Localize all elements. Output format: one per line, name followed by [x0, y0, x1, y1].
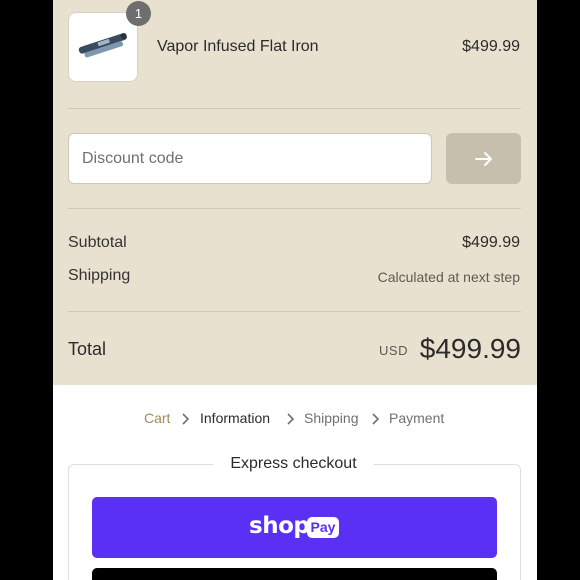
- apply-discount-button[interactable]: [446, 133, 521, 184]
- subtotal-label: Subtotal: [68, 234, 127, 251]
- total-amount: $499.99: [419, 333, 521, 364]
- express-pay-button[interactable]: [92, 568, 497, 580]
- total-label: Total: [68, 339, 107, 359]
- breadcrumb-information: Information: [200, 410, 271, 426]
- divider: [68, 108, 521, 109]
- shop-pay-button[interactable]: shop Pay: [92, 497, 497, 558]
- total-currency: USD: [379, 343, 408, 358]
- shipping-label: Shipping: [68, 267, 131, 284]
- arrow-right-icon: [474, 151, 492, 166]
- breadcrumb: Cart Information Shipping Payment: [53, 410, 537, 430]
- shop-pay-badge: Pay: [307, 517, 339, 538]
- divider: [68, 311, 521, 312]
- shipping-value: Calculated at next step: [377, 269, 520, 285]
- flat-iron-icon: [78, 33, 127, 58]
- chevron-right-icon: [182, 413, 190, 425]
- chevron-right-icon: [372, 413, 380, 425]
- divider: [68, 208, 521, 209]
- chevron-right-icon: [287, 413, 295, 425]
- breadcrumb-shipping: Shipping: [304, 410, 359, 426]
- quantity-badge: 1: [126, 1, 151, 26]
- breadcrumb-payment: Payment: [389, 410, 445, 426]
- checkout-screen: 1 Vapor Infused Flat Iron $499.99 Subtot…: [53, 0, 537, 580]
- subtotal-value: $499.99: [462, 234, 520, 251]
- express-checkout-title: Express checkout: [213, 455, 374, 473]
- shop-pay-logo-word: shop: [249, 513, 310, 539]
- discount-code-input[interactable]: [68, 133, 432, 184]
- product-thumbnail: [68, 12, 138, 82]
- breadcrumb-cart[interactable]: Cart: [144, 410, 170, 426]
- order-summary: 1 Vapor Infused Flat Iron $499.99 Subtot…: [53, 0, 537, 385]
- product-name: Vapor Infused Flat Iron: [157, 38, 319, 55]
- product-price: $499.99: [462, 38, 520, 55]
